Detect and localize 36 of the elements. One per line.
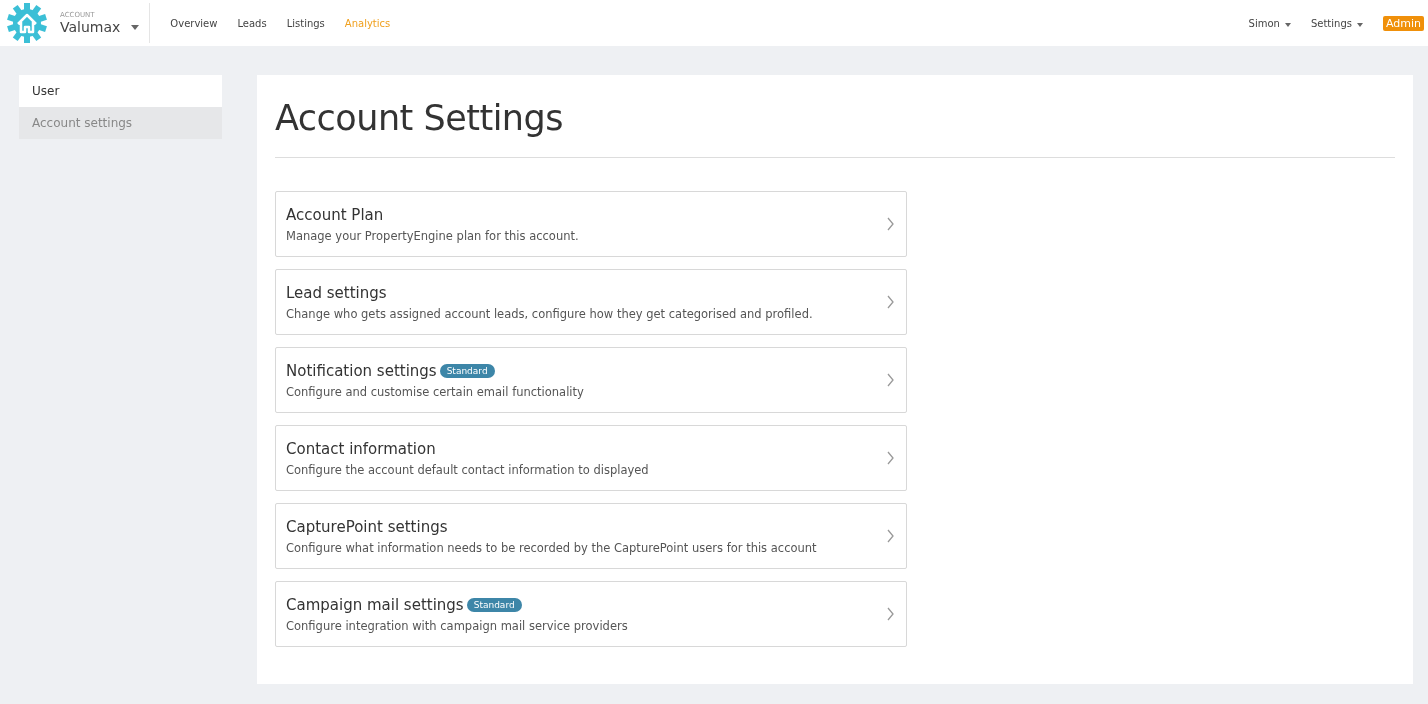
chevron-right-icon — [887, 529, 894, 543]
card-description: Configure what information needs to be recorded by the CapturePoint users for this account — [286, 540, 818, 555]
settings-card[interactable]: Notification settings Standard Configure and customise certain email functionality — [275, 347, 907, 413]
chevron-right-icon — [887, 217, 894, 231]
card-title: CapturePoint settings — [286, 517, 448, 536]
card-description: Configure and customise certain email functionality — [286, 384, 585, 399]
card-description: Change who gets assigned account leads, configure how they get categorised and profiled. — [286, 306, 814, 321]
page-title: Account Settings — [275, 97, 564, 140]
card-description: Configure the account default contact information to displayed — [286, 462, 650, 477]
menu-dropdown[interactable]: Settings — [1310, 17, 1363, 29]
plan-badge: Standard — [439, 363, 495, 378]
card-description: Configure integration with campaign mail service providers — [286, 618, 629, 633]
account-dropdown[interactable]: Valumax — [60, 19, 140, 35]
card-title: Contact information — [286, 439, 436, 458]
chevron-right-icon — [887, 373, 894, 387]
settings-card[interactable]: Account Plan Manage your PropertyEngine plan for this account. — [275, 191, 907, 257]
card-title: Notification settings — [286, 361, 437, 380]
sidebar-item[interactable]: User — [19, 75, 222, 107]
chevron-right-icon — [887, 295, 894, 309]
plan-badge: Standard — [466, 597, 522, 612]
settings-card[interactable]: Campaign mail settings Standard Configure integration with campaign mail service providers — [275, 581, 907, 647]
settings-card[interactable]: CapturePoint settings Configure what information needs to be recorded by the CapturePoint users for this account — [275, 503, 907, 569]
nav-link[interactable]: Listings — [286, 17, 325, 29]
chevron-right-icon — [887, 451, 894, 465]
settings-card[interactable]: Contact information Configure the account default contact information to displayed — [275, 425, 907, 491]
card-description: Manage your PropertyEngine plan for this account. — [286, 228, 580, 243]
settings-card[interactable]: Lead settings Change who gets assigned account leads, configure how they get categorised and profiled. — [275, 269, 907, 335]
card-title: Campaign mail settings — [286, 595, 464, 614]
card-title: Lead settings — [286, 283, 387, 302]
card-title: Account Plan — [286, 205, 384, 224]
gear-house-logo-icon[interactable] — [6, 2, 48, 44]
menu-dropdown[interactable]: Simon — [1248, 17, 1291, 29]
chevron-right-icon — [887, 607, 894, 621]
nav-link[interactable]: Overview — [170, 17, 218, 29]
nav-link[interactable]: Leads — [237, 17, 267, 29]
role-badge: Admin — [1382, 15, 1424, 31]
